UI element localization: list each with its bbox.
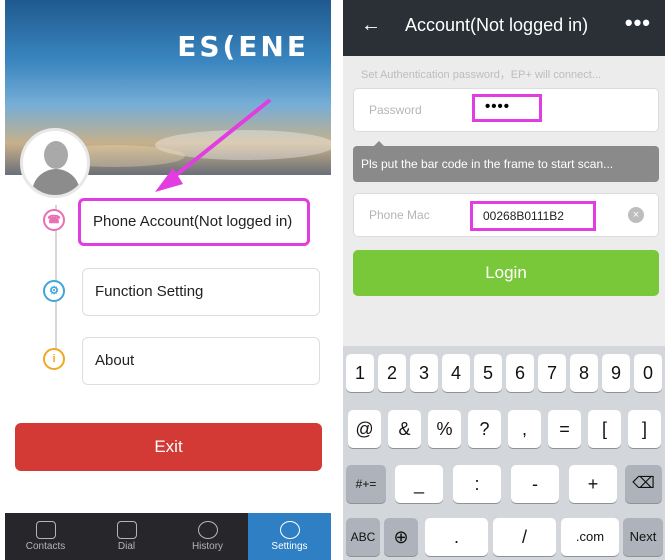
key-7[interactable]: 7	[538, 354, 566, 392]
exit-button[interactable]: Exit	[15, 423, 322, 471]
dialpad-icon	[116, 521, 137, 539]
key-5[interactable]: 5	[474, 354, 502, 392]
phone-mac-input[interactable]: 00268B0111B2	[470, 201, 596, 231]
key-right-bracket[interactable]: ]	[628, 410, 661, 448]
key-underscore[interactable]: _	[395, 465, 443, 503]
keyboard: 1 2 3 4 5 6 7 8 9 0 @ & % ? , = [ ] #+= …	[343, 346, 665, 560]
key-6[interactable]: 6	[506, 354, 534, 392]
key-3[interactable]: 3	[410, 354, 438, 392]
phone-mac-label: Phone Mac	[369, 208, 430, 222]
top-bar: ← Account(Not logged in) •••	[343, 0, 665, 56]
key-slash[interactable]: /	[493, 518, 556, 556]
nav-dial[interactable]: Dial	[86, 513, 167, 560]
password-field[interactable]: Password ••••	[353, 88, 659, 132]
auth-hint: Set Authentication password，EP+ will con…	[361, 69, 601, 81]
key-ampersand[interactable]: &	[388, 410, 421, 448]
key-0[interactable]: 0	[634, 354, 662, 392]
key-2[interactable]: 2	[378, 354, 406, 392]
account-login-screen: ← Account(Not logged in) ••• Set Authent…	[343, 0, 665, 560]
key-9[interactable]: 9	[602, 354, 630, 392]
key-hyphen[interactable]: -	[511, 465, 559, 503]
more-icon[interactable]: •••	[625, 10, 651, 36]
login-button[interactable]: Login	[353, 250, 659, 296]
key-abc[interactable]: ABC	[346, 518, 380, 556]
bottom-nav: Contacts Dial History Settings	[5, 513, 331, 560]
function-setting-button[interactable]: Function Setting	[82, 268, 320, 316]
nav-settings[interactable]: Settings	[248, 513, 331, 560]
key-1[interactable]: 1	[346, 354, 374, 392]
back-arrow-icon[interactable]: ←	[361, 14, 381, 37]
key-8[interactable]: 8	[570, 354, 598, 392]
settings-screen: ES(ENE ☎ ⚙ i Phone Account(Not logged in…	[5, 0, 331, 560]
about-button[interactable]: About	[82, 337, 320, 385]
key-equals[interactable]: =	[548, 410, 581, 448]
password-input[interactable]: ••••	[472, 94, 542, 122]
history-icon	[197, 521, 218, 539]
globe-icon[interactable]: ⊕	[384, 518, 418, 556]
backspace-icon[interactable]: ⌫	[625, 465, 662, 503]
key-at[interactable]: @	[348, 410, 381, 448]
nav-history[interactable]: History	[167, 513, 248, 560]
clear-icon[interactable]: ×	[628, 207, 644, 223]
key-dot[interactable]: .	[425, 518, 488, 556]
key-4[interactable]: 4	[442, 354, 470, 392]
key-dot-com[interactable]: .com	[561, 518, 619, 556]
contacts-icon	[35, 521, 56, 539]
key-left-bracket[interactable]: [	[588, 410, 621, 448]
nav-contacts[interactable]: Contacts	[5, 513, 86, 560]
key-comma[interactable]: ,	[508, 410, 541, 448]
page-title: Account(Not logged in)	[405, 15, 589, 35]
key-question[interactable]: ?	[468, 410, 501, 448]
key-next[interactable]: Next	[623, 518, 663, 556]
gear-icon: ⚙	[43, 280, 65, 302]
annotation-arrow	[155, 98, 272, 192]
key-percent[interactable]: %	[428, 410, 461, 448]
password-label: Password	[369, 103, 422, 117]
key-plus[interactable]: +	[569, 465, 617, 503]
phone-mac-field[interactable]: Phone Mac 00268B0111B2 ×	[353, 193, 659, 237]
settings-icon	[279, 521, 300, 539]
info-icon: i	[43, 348, 65, 370]
key-symbols[interactable]: #+=	[346, 465, 386, 503]
scan-tooltip: Pls put the bar code in the frame to sta…	[353, 146, 659, 182]
key-colon[interactable]: :	[453, 465, 501, 503]
